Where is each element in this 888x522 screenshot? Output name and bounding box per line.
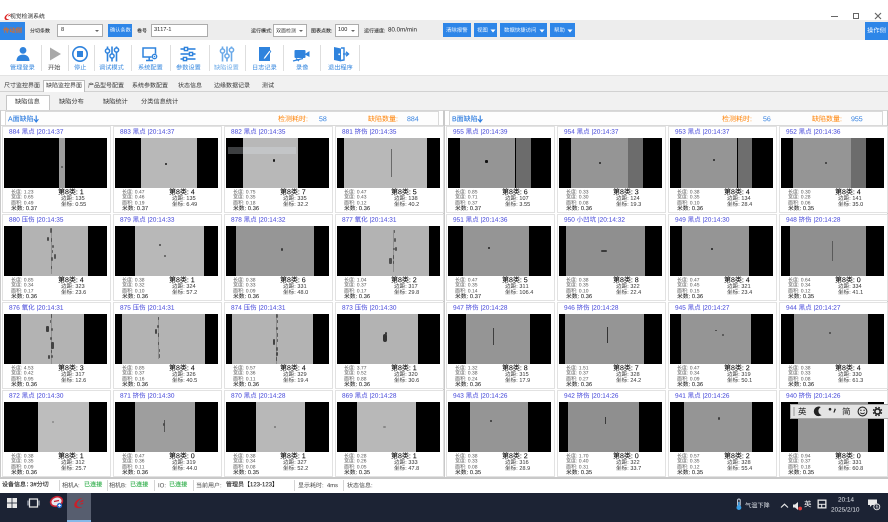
svg-text:6: 6 (876, 505, 879, 511)
